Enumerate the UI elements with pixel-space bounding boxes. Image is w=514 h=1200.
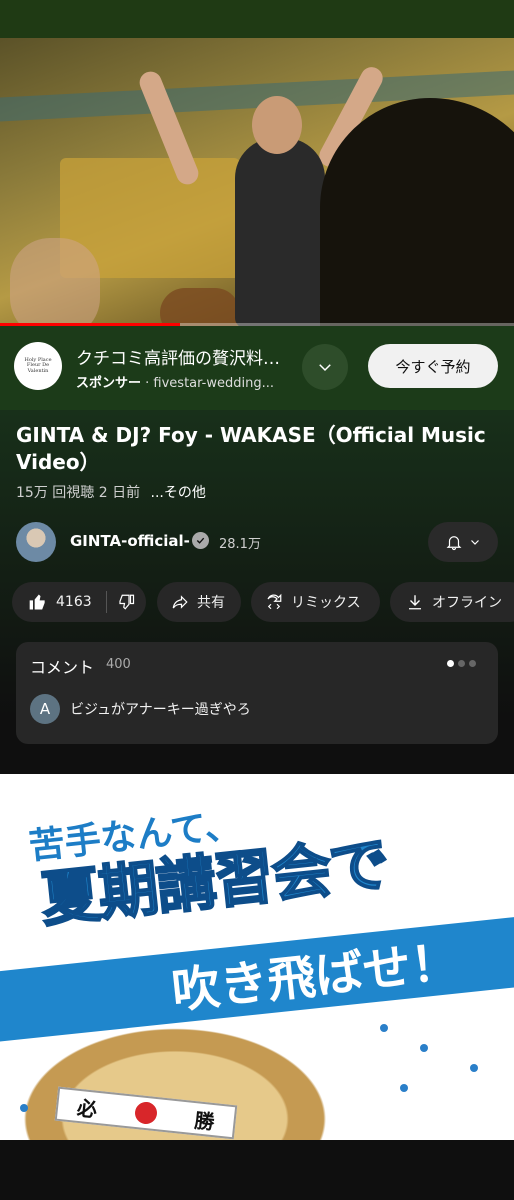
band-char-left: 必 <box>75 1095 99 1122</box>
remix-label: リミックス <box>291 595 361 611</box>
water-drop <box>420 1044 428 1052</box>
video-frame-crowd <box>320 98 514 326</box>
water-drop <box>470 1064 478 1072</box>
comments-preview[interactable]: コメント 400 A ビジュがアナーキー過ぎやろ <box>16 642 498 744</box>
verified-badge-icon <box>192 532 209 549</box>
banner-headline-3: 吹き飛ばせ！ <box>169 933 462 1020</box>
sponsor-label: スポンサー <box>76 376 142 391</box>
comments-count: 400 <box>106 657 131 672</box>
download-offline-button[interactable]: オフライン <box>390 582 514 622</box>
thumbs-down-icon[interactable] <box>117 593 135 611</box>
band-char-right: 勝 <box>193 1107 216 1134</box>
share-icon <box>172 595 188 609</box>
video-title[interactable]: GINTA & DJ? Foy - WAKASE（Official Music … <box>16 422 496 476</box>
channel-name[interactable]: GINTA-official- <box>70 532 190 550</box>
bottom-area <box>0 1140 514 1200</box>
video-frame-emblem <box>160 288 240 326</box>
video-frame-head <box>252 96 302 154</box>
video-player[interactable] <box>0 38 514 326</box>
view-count: 15万 回視聴 <box>16 485 95 501</box>
remix-button[interactable]: リミックス <box>251 582 380 622</box>
comment-author-avatar: A <box>30 694 60 724</box>
upload-age: 2 日前 <box>98 485 141 501</box>
share-label: 共有 <box>197 595 225 611</box>
comments-title: コメント <box>30 658 95 677</box>
thumbs-up-icon[interactable] <box>28 592 48 612</box>
status-bar <box>0 0 514 38</box>
rising-sun-icon <box>133 1100 159 1126</box>
ad-cta-button[interactable]: 今すぐ予約 <box>368 344 498 388</box>
subscriber-count: 28.1万 <box>219 537 261 552</box>
ad-title[interactable]: クチコミ高評価の贅沢料… <box>76 344 292 369</box>
share-button[interactable]: 共有 <box>157 582 241 622</box>
channel-avatar[interactable] <box>16 522 56 562</box>
pager-dot <box>469 660 476 667</box>
video-meta[interactable]: 15万 回視聴 2 日前 ...その他 <box>16 482 206 502</box>
advertiser-logo: Holy Place Fleur De Valentin <box>14 342 62 390</box>
comments-pager-dots <box>447 660 476 667</box>
water-drop <box>380 1024 388 1032</box>
download-icon <box>409 595 421 610</box>
bell-icon <box>446 536 462 551</box>
like-dislike-button[interactable]: 4163 <box>12 582 146 622</box>
video-frame-hand <box>10 238 100 326</box>
like-divider <box>105 591 107 613</box>
sponsor-domain: fivestar-wedding... <box>153 376 274 391</box>
pager-dot <box>458 660 465 667</box>
video-info: GINTA & DJ? Foy - WAKASE（Official Music … <box>0 410 514 770</box>
water-drop <box>20 1104 28 1112</box>
top-comment-text: ビジュがアナーキー過ぎやろ <box>70 702 251 718</box>
banner-ad[interactable]: 苦手なんて、 夏期講習会で 吹き飛ばせ！ 必 勝 <box>0 774 514 1140</box>
pager-dot-active <box>447 660 454 667</box>
notification-bell-button[interactable] <box>428 522 498 562</box>
offline-label: オフライン <box>432 595 502 611</box>
like-count: 4163 <box>56 594 92 610</box>
chevron-down-icon <box>319 364 331 372</box>
description-more[interactable]: ...その他 <box>151 485 206 501</box>
remix-icon <box>267 593 282 610</box>
sponsored-ad[interactable]: Holy Place Fleur De Valentin クチコミ高評価の贅沢料… <box>0 326 514 410</box>
chevron-down-icon <box>471 540 479 545</box>
water-drop <box>400 1084 408 1092</box>
action-buttons-row: 4163 共有 リミックス オフライン <box>0 582 514 622</box>
ad-sponsor-line: スポンサー · fivestar-wedding... <box>76 376 274 391</box>
ad-expand-button[interactable] <box>302 344 348 390</box>
video-frame-performer <box>235 138 325 326</box>
